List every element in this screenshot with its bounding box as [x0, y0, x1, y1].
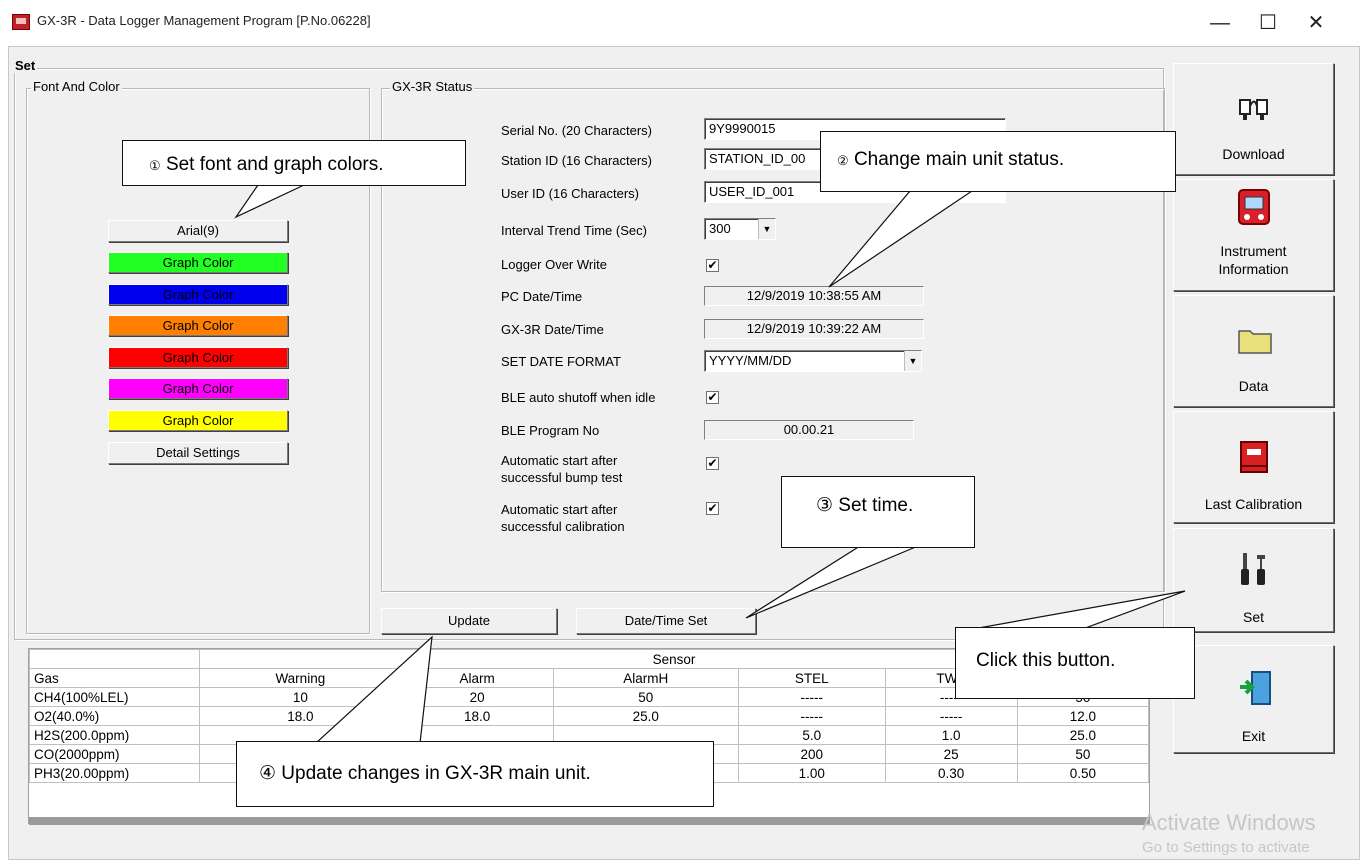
callout-num-2: ②	[837, 153, 849, 168]
callout-update: ④ Update changes in GX-3R main unit.	[236, 741, 714, 807]
callout-main-status: ② Change main unit status.	[820, 131, 1176, 192]
callout-text-1: Set font and graph colors.	[165, 154, 384, 175]
callout-font-color: ① Set font and graph colors.	[122, 140, 466, 186]
watermark-line2: Go to Settings to activate	[1142, 839, 1310, 856]
callout-set-time: ③ Set time.	[781, 476, 975, 548]
callout-click-button: Click this button.	[955, 627, 1195, 699]
callout-num-1: ①	[149, 158, 161, 173]
watermark-line1: Activate Windows	[1142, 810, 1316, 835]
callout-text-2: Change main unit status.	[853, 149, 1065, 170]
